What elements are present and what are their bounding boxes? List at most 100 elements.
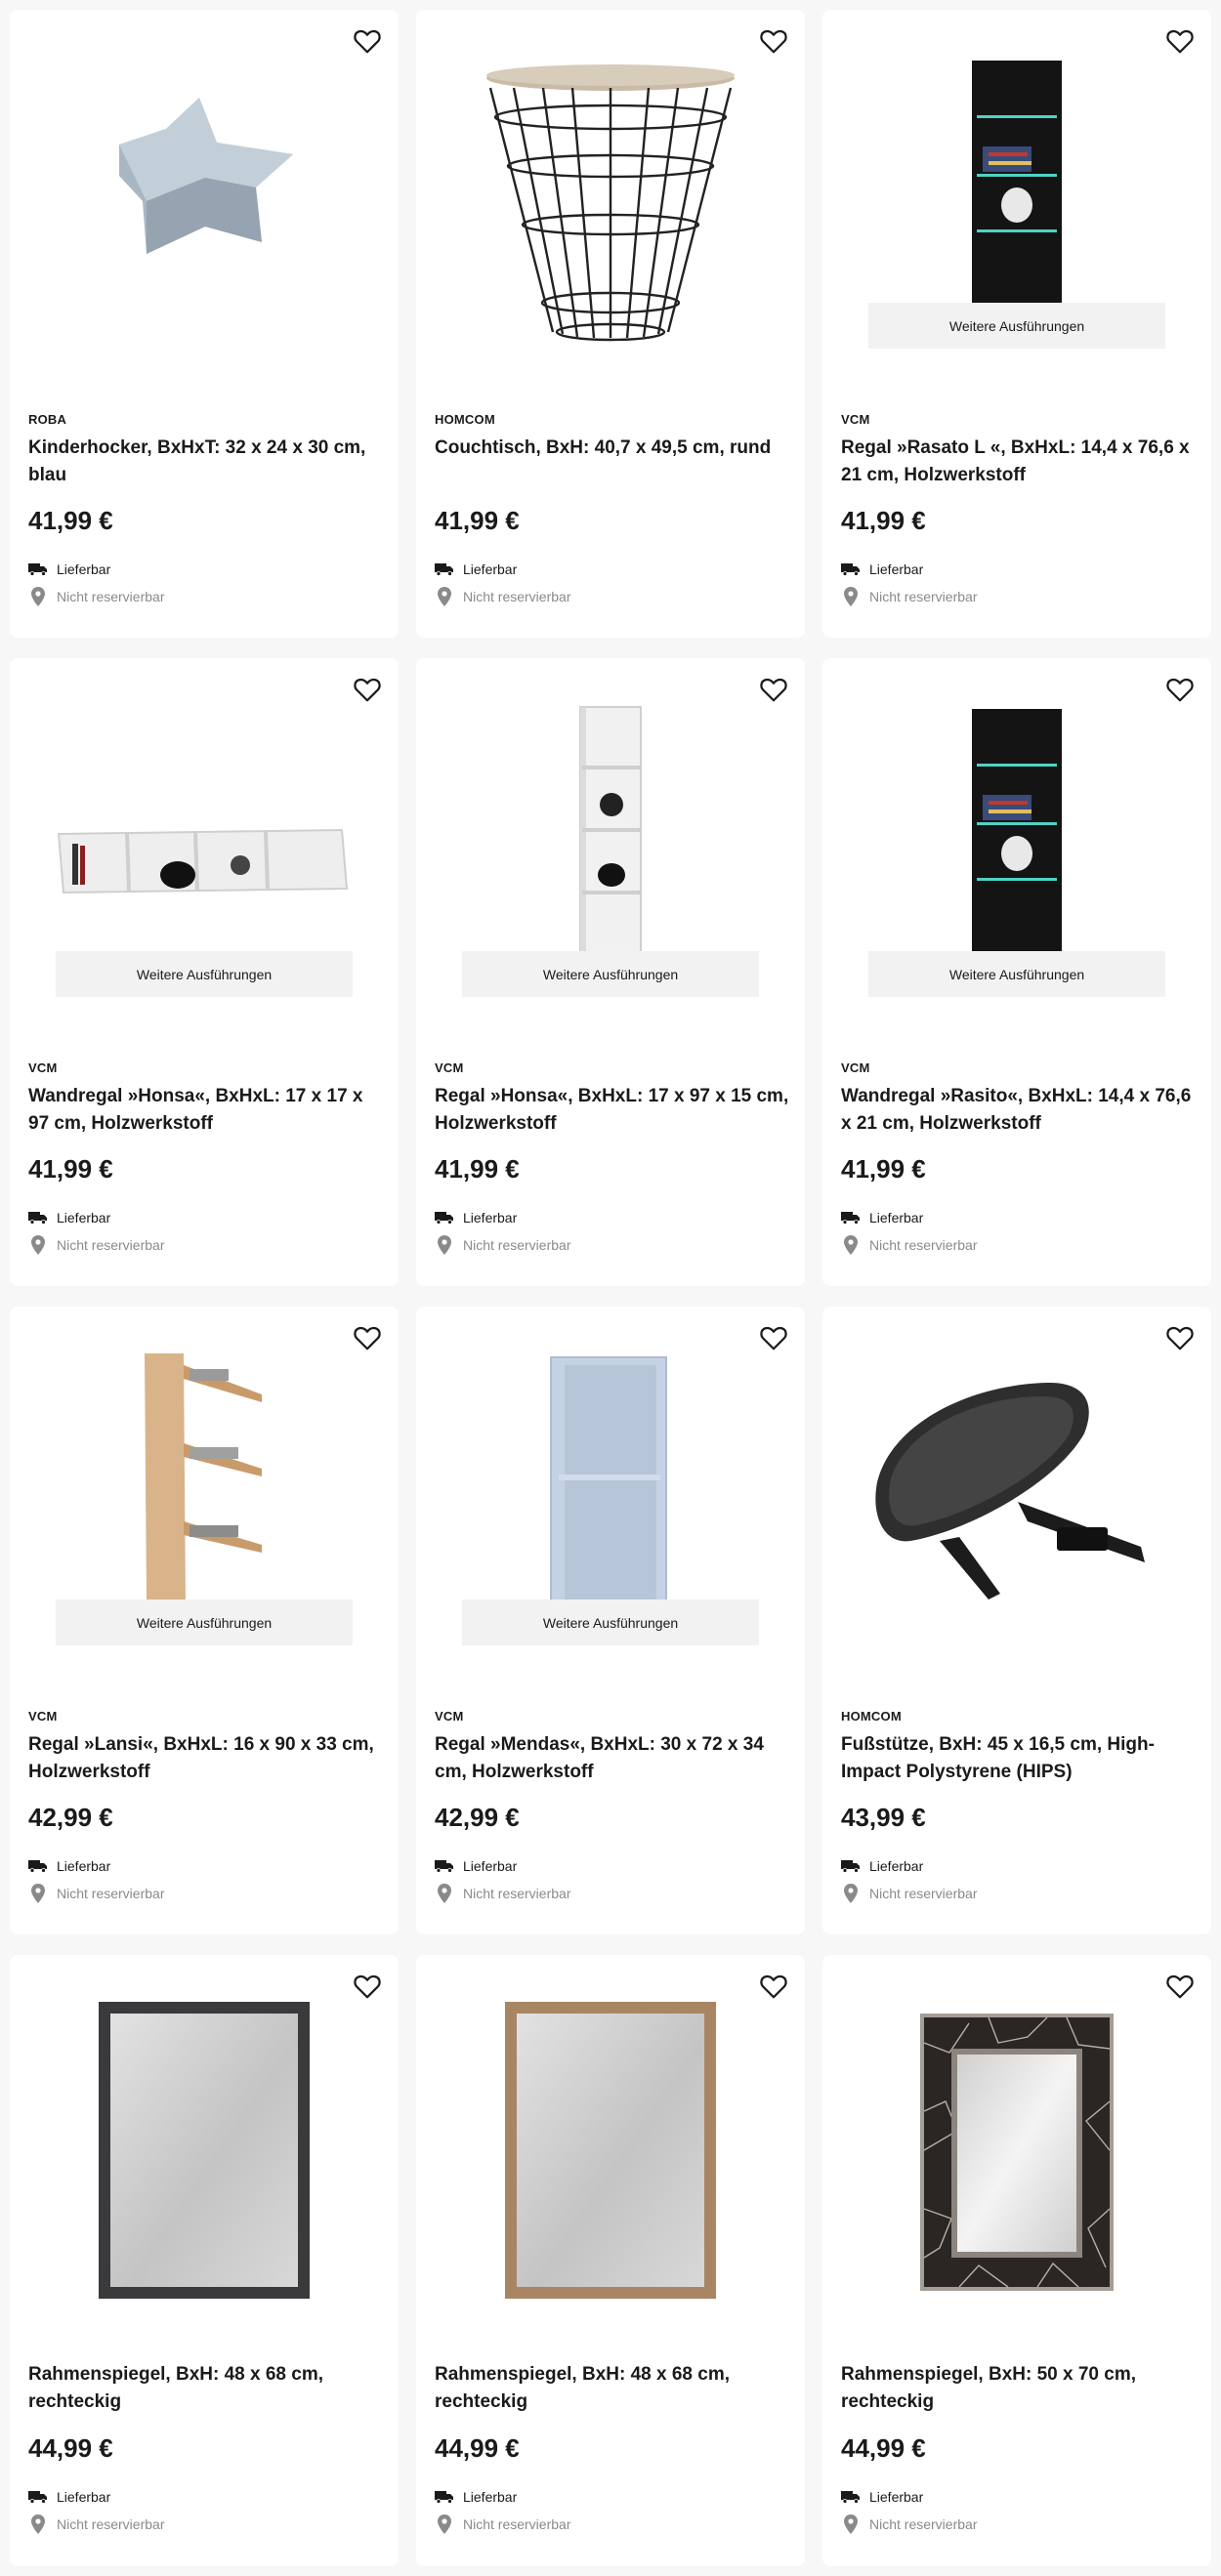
delivery-label: Lieferbar bbox=[463, 2489, 518, 2505]
reserve-status: Nicht reservierbar bbox=[435, 1884, 570, 1903]
reserve-status: Nicht reservierbar bbox=[435, 1235, 570, 1255]
product-card[interactable]: HOMCOM Couchtisch, BxH: 40,7 x 49,5 cm, … bbox=[416, 10, 805, 638]
reserve-label: Nicht reservierbar bbox=[869, 589, 978, 604]
heart-outline-icon bbox=[354, 29, 381, 54]
favorite-button[interactable] bbox=[1160, 21, 1200, 61]
reserve-status: Nicht reservierbar bbox=[435, 2514, 570, 2534]
product-title[interactable]: Regal »Mendas«, BxHxL: 30 x 72 x 34 cm, … bbox=[435, 1731, 791, 1786]
truck-icon bbox=[841, 1856, 861, 1876]
product-image-mirror-dark-frame[interactable] bbox=[10, 1955, 399, 2336]
favorite-button[interactable] bbox=[754, 1318, 793, 1357]
reserve-label: Nicht reservierbar bbox=[57, 589, 165, 604]
product-card[interactable]: Weitere Ausführungen VCM Regal »Mendas«,… bbox=[416, 1307, 805, 1934]
product-image-wire-basket-table[interactable] bbox=[416, 10, 805, 391]
product-price: 41,99 € bbox=[435, 506, 520, 535]
product-card[interactable]: Rahmenspiegel, BxH: 48 x 68 cm, rechteck… bbox=[10, 1955, 399, 2566]
reserve-status: Nicht reservierbar bbox=[28, 1884, 164, 1903]
delivery-label: Lieferbar bbox=[869, 561, 924, 577]
product-brand: VCM bbox=[841, 1060, 870, 1075]
product-image-star-stool[interactable] bbox=[10, 10, 399, 391]
product-price: 41,99 € bbox=[28, 1154, 113, 1184]
product-card[interactable]: HOMCOM Fußstütze, BxH: 45 x 16,5 cm, Hig… bbox=[822, 1307, 1211, 1934]
heart-outline-icon bbox=[1166, 1326, 1194, 1350]
location-pin-icon bbox=[28, 2514, 48, 2534]
delivery-status: Lieferbar bbox=[28, 560, 110, 579]
product-title[interactable]: Wandregal »Rasito«, BxHxL: 14,4 x 76,6 x… bbox=[841, 1083, 1198, 1138]
product-price: 41,99 € bbox=[841, 1154, 926, 1184]
product-title[interactable]: Wandregal »Honsa«, BxHxL: 17 x 17 x 97 c… bbox=[28, 1083, 385, 1138]
heart-outline-icon bbox=[760, 29, 787, 54]
product-image-mirror-wood-frame[interactable] bbox=[416, 1955, 805, 2336]
more-variants-button[interactable]: Weitere Ausführungen bbox=[56, 951, 353, 997]
product-brand: ROBA bbox=[28, 412, 67, 427]
delivery-label: Lieferbar bbox=[869, 1210, 924, 1226]
reserve-label: Nicht reservierbar bbox=[869, 1237, 978, 1253]
reserve-label: Nicht reservierbar bbox=[463, 2516, 571, 2532]
product-title[interactable]: Rahmenspiegel, BxH: 48 x 68 cm, rechteck… bbox=[28, 2361, 385, 2416]
reserve-status: Nicht reservierbar bbox=[841, 1235, 977, 1255]
product-card[interactable]: Rahmenspiegel, BxH: 48 x 68 cm, rechteck… bbox=[416, 1955, 805, 2566]
delivery-label: Lieferbar bbox=[869, 1858, 924, 1874]
delivery-status: Lieferbar bbox=[28, 1856, 110, 1876]
favorite-button[interactable] bbox=[1160, 670, 1200, 709]
reserve-label: Nicht reservierbar bbox=[463, 589, 571, 604]
more-variants-button[interactable]: Weitere Ausführungen bbox=[56, 1600, 353, 1645]
delivery-status: Lieferbar bbox=[435, 560, 517, 579]
product-title[interactable]: Kinderhocker, BxHxT: 32 x 24 x 30 cm, bl… bbox=[28, 435, 385, 489]
heart-outline-icon bbox=[760, 1326, 787, 1350]
delivery-status: Lieferbar bbox=[841, 2487, 923, 2507]
truck-icon bbox=[435, 1208, 454, 1227]
location-pin-icon bbox=[841, 587, 861, 606]
product-brand: VCM bbox=[435, 1060, 464, 1075]
reserve-status: Nicht reservierbar bbox=[28, 2514, 164, 2534]
product-price: 44,99 € bbox=[841, 2433, 926, 2463]
delivery-status: Lieferbar bbox=[28, 1208, 110, 1227]
location-pin-icon bbox=[435, 1884, 454, 1903]
heart-outline-icon bbox=[1166, 29, 1194, 54]
heart-outline-icon bbox=[354, 1326, 381, 1350]
product-title[interactable]: Regal »Rasato L «, BxHxL: 14,4 x 76,6 x … bbox=[841, 435, 1198, 489]
product-title[interactable]: Rahmenspiegel, BxH: 50 x 70 cm, rechteck… bbox=[841, 2361, 1198, 2416]
product-image-mirror-mosaic-frame[interactable] bbox=[822, 1955, 1211, 2336]
location-pin-icon bbox=[435, 1235, 454, 1255]
location-pin-icon bbox=[435, 2514, 454, 2534]
favorite-button[interactable] bbox=[348, 21, 387, 61]
product-card[interactable]: ROBA Kinderhocker, BxHxT: 32 x 24 x 30 c… bbox=[10, 10, 399, 638]
truck-icon bbox=[28, 1208, 48, 1227]
favorite-button[interactable] bbox=[754, 670, 793, 709]
location-pin-icon bbox=[841, 2514, 861, 2534]
location-pin-icon bbox=[28, 1884, 48, 1903]
favorite-button[interactable] bbox=[754, 21, 793, 61]
product-title[interactable]: Couchtisch, BxH: 40,7 x 49,5 cm, rund bbox=[435, 435, 791, 462]
favorite-button[interactable] bbox=[754, 1967, 793, 2006]
product-card[interactable]: Weitere Ausführungen VCM Wandregal »Hons… bbox=[10, 658, 399, 1286]
product-card[interactable]: Weitere Ausführungen VCM Wandregal »Rasi… bbox=[822, 658, 1211, 1286]
product-price: 41,99 € bbox=[841, 506, 926, 535]
more-variants-button[interactable]: Weitere Ausführungen bbox=[462, 1600, 759, 1645]
more-variants-button[interactable]: Weitere Ausführungen bbox=[868, 303, 1165, 349]
product-title[interactable]: Regal »Honsa«, BxHxL: 17 x 97 x 15 cm, H… bbox=[435, 1083, 791, 1138]
favorite-button[interactable] bbox=[1160, 1318, 1200, 1357]
delivery-status: Lieferbar bbox=[435, 1856, 517, 1876]
product-title[interactable]: Rahmenspiegel, BxH: 48 x 68 cm, rechteck… bbox=[435, 2361, 791, 2416]
truck-icon bbox=[28, 1856, 48, 1876]
truck-icon bbox=[28, 2487, 48, 2507]
reserve-label: Nicht reservierbar bbox=[463, 1886, 571, 1901]
product-title[interactable]: Regal »Lansi«, BxHxL: 16 x 90 x 33 cm, H… bbox=[28, 1731, 385, 1786]
product-image-footrest[interactable] bbox=[822, 1307, 1211, 1687]
more-variants-button[interactable]: Weitere Ausführungen bbox=[868, 951, 1165, 997]
favorite-button[interactable] bbox=[348, 670, 387, 709]
favorite-button[interactable] bbox=[1160, 1967, 1200, 2006]
product-title[interactable]: Fußstütze, BxH: 45 x 16,5 cm, High-Impac… bbox=[841, 1731, 1198, 1786]
product-brand: VCM bbox=[28, 1709, 58, 1724]
product-card[interactable]: Rahmenspiegel, BxH: 50 x 70 cm, rechteck… bbox=[822, 1955, 1211, 2566]
delivery-label: Lieferbar bbox=[57, 1210, 111, 1226]
favorite-button[interactable] bbox=[348, 1318, 387, 1357]
more-variants-button[interactable]: Weitere Ausführungen bbox=[462, 951, 759, 997]
product-brand: HOMCOM bbox=[435, 412, 495, 427]
product-card[interactable]: Weitere Ausführungen VCM Regal »Lansi«, … bbox=[10, 1307, 399, 1934]
truck-icon bbox=[841, 560, 861, 579]
favorite-button[interactable] bbox=[348, 1967, 387, 2006]
product-card[interactable]: Weitere Ausführungen VCM Regal »Honsa«, … bbox=[416, 658, 805, 1286]
product-card[interactable]: Weitere Ausführungen VCM Regal »Rasato L… bbox=[822, 10, 1211, 638]
